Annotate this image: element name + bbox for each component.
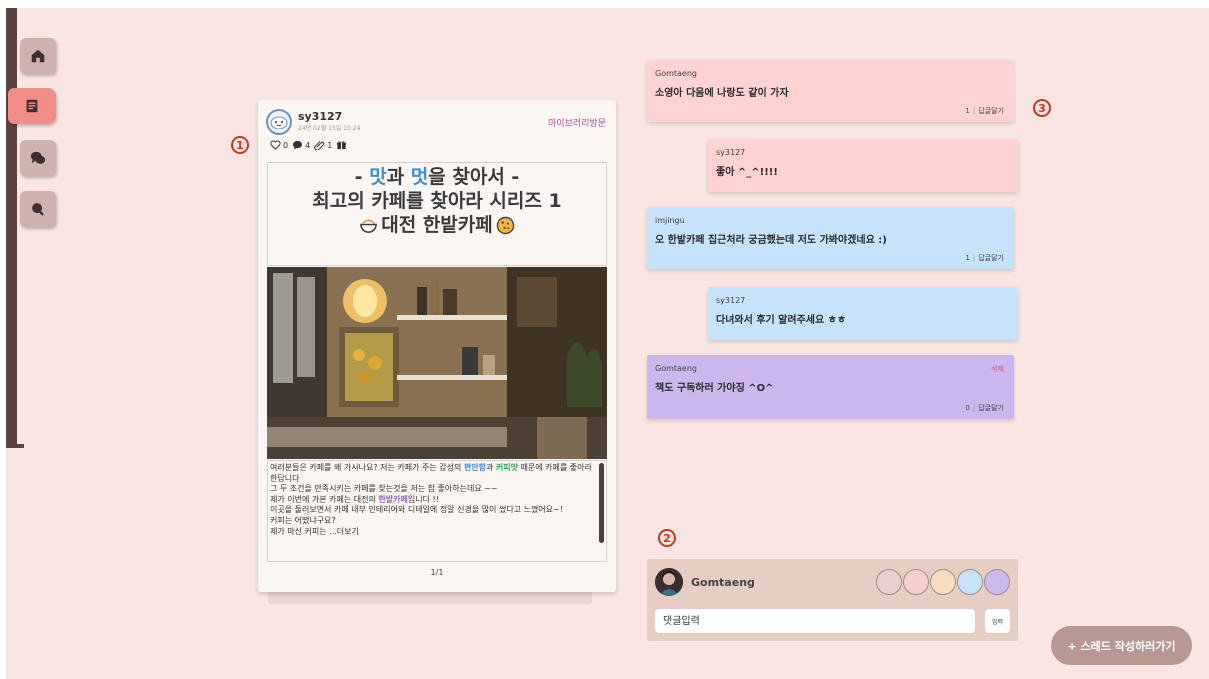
post-paragraph-4: 이곳을 둘러보면서 카페 내부 인테리어와 디테일에 정말 신경을 많이 썼다고… [270,505,563,515]
reply-count: 1 [965,107,970,115]
compose-username: Gomtaeng [691,576,755,589]
page-indicator: 1/1 [430,568,444,577]
comment-input[interactable] [655,609,975,633]
post-author-avatar[interactable] [266,109,292,135]
rice-bowl-icon [360,219,378,233]
cat-face-icon [270,116,288,129]
sidebar-item-posts[interactable] [8,88,56,124]
comment-item[interactable]: imjingu 오 한밭카페 집근처라 궁금했는데 저도 가봐야겠네요 :) 1… [647,207,1014,269]
cookie-icon [496,216,514,234]
visit-library-link[interactable]: 마이브러리방문 [548,116,606,129]
search-icon [32,203,44,216]
comment-reply-area: 0 | 답글달기 [965,403,1004,413]
reply-button[interactable]: 답글달기 [978,403,1004,413]
comment-compose-box: Gomtaeng 입력 [647,559,1018,641]
comment-author[interactable]: Gomtaeng [655,69,697,78]
comment-text: 좋아 ^_^!!!! [716,167,778,178]
comment-author[interactable]: Gomtaeng [655,364,697,373]
gift-icon [337,141,347,150]
comment-author[interactable]: sy3127 [716,148,745,157]
marker-2: 2 [658,529,676,547]
color-swatch-peach[interactable] [930,569,956,595]
avatar[interactable] [655,568,683,596]
document-icon [26,99,38,113]
heart-icon [270,140,281,150]
delete-button[interactable]: 삭제 [991,364,1004,374]
reply-count: 1 [965,254,970,262]
user-avatar-icon [655,568,683,596]
reply-button[interactable]: 답글달기 [978,253,1004,263]
marker-1: 1 [231,136,249,154]
comment-text: 다녀와서 후기 알려주세요 ㅎㅎ [716,315,847,326]
reply-item[interactable]: sy3127 다녀와서 후기 알려주세요 ㅎㅎ [708,287,1018,340]
color-swatch-purple[interactable] [984,569,1010,595]
comment-item[interactable]: Gomtaeng 삭제 책도 구독하러 가야징 ^O^ 0 | 답글달기 [647,355,1014,419]
comment-count: 4 [305,140,311,150]
color-swatch-pink[interactable] [903,569,929,595]
comment-text: 소영아 다음에 나랑도 같이 가자 [655,88,789,99]
reply-button[interactable]: 답글달기 [978,106,1004,116]
color-swatches [876,569,1010,595]
post-title-banner: - 맛과 멋을 찾아서 - 최고의 카페를 찾아라 시리즈 1 대전 한밭카페 [267,162,607,266]
post-paragraph-3: 제가 이번에 가본 카페는 대전의 한밭카페입니다 !! [270,494,439,504]
post-paragraph-6[interactable]: 제가 마신 커피는 ...더보기 [270,527,596,538]
sidebar-rail-hook [6,432,24,448]
post-date: 24년 02월 15일 15:24 [298,125,361,132]
comment-stat[interactable]: 4 [292,140,310,150]
post-body-scrollbar[interactable] [599,463,604,543]
write-thread-button[interactable]: + 스레드 작성하러가기 [1051,626,1192,665]
post-stats: 0 4 1 [270,140,347,150]
cafe-interior-image [267,267,607,459]
color-swatch-blue[interactable] [957,569,983,595]
comment-item[interactable]: Gomtaeng 소영아 다음에 나랑도 같이 가자 1 | 답글달기 [647,60,1014,122]
post-paragraph-2: 그 두 조건을 만족시키는 카페를 찾는것을 저는 참 좋아하는데요 ~~ [270,484,498,494]
chat-icon [30,151,46,164]
marker-3: 3 [1033,99,1051,117]
post-author-name[interactable]: sy3127 [298,110,342,123]
color-swatch-beige[interactable] [876,569,902,595]
post-card[interactable]: sy3127 24년 02월 15일 15:24 마이브러리방문 0 4 1 -… [258,100,616,592]
clip-count: 1 [327,140,333,150]
comment-text: 책도 구독하러 가야징 ^O^ [655,383,774,394]
like-count: 0 [283,140,289,150]
comment-reply-area: 1 | 답글달기 [965,253,1004,263]
cafe-photo[interactable] [267,267,607,459]
post-body: 여러분들은 카페를 왜 가시나요? 저는 카페가 주는 감성의 편안함과 커피맛… [267,460,607,562]
comment-submit-button[interactable]: 입력 [985,609,1010,633]
comment-bubble-icon [293,140,303,150]
sidebar-item-home[interactable] [20,38,56,74]
post-title-line-3: 대전 한밭카페 [268,213,606,237]
post-title-line-1: - 맛과 멋을 찾아서 - [354,166,520,188]
comment-text: 오 한밭카페 집근처라 궁금했는데 저도 가봐야겠네요 :) [655,235,887,246]
sidebar-rail [6,8,17,448]
post-paragraph-5: 커피는 어땠냐구요? [270,515,336,525]
clip-stat[interactable]: 1 [314,140,332,150]
comment-author[interactable]: imjingu [655,216,685,225]
sidebar-item-chat[interactable] [20,140,56,176]
reply-count: 0 [965,404,970,412]
comment-reply-area: 1 | 답글달기 [965,106,1004,116]
paperclip-icon [314,141,325,150]
reply-item[interactable]: sy3127 좋아 ^_^!!!! [708,139,1018,192]
sidebar-item-search[interactable] [20,191,56,227]
post-paragraph-1: 여러분들은 카페를 왜 가시나요? 저는 카페가 주는 감성의 편안함과 커피맛… [270,463,592,483]
like-stat[interactable]: 0 [270,140,288,150]
gift-button[interactable] [336,140,347,150]
post-title-line-2: 최고의 카페를 찾아라 시리즈 1 [312,190,562,212]
home-icon [31,49,45,63]
comment-author[interactable]: sy3127 [716,296,745,305]
